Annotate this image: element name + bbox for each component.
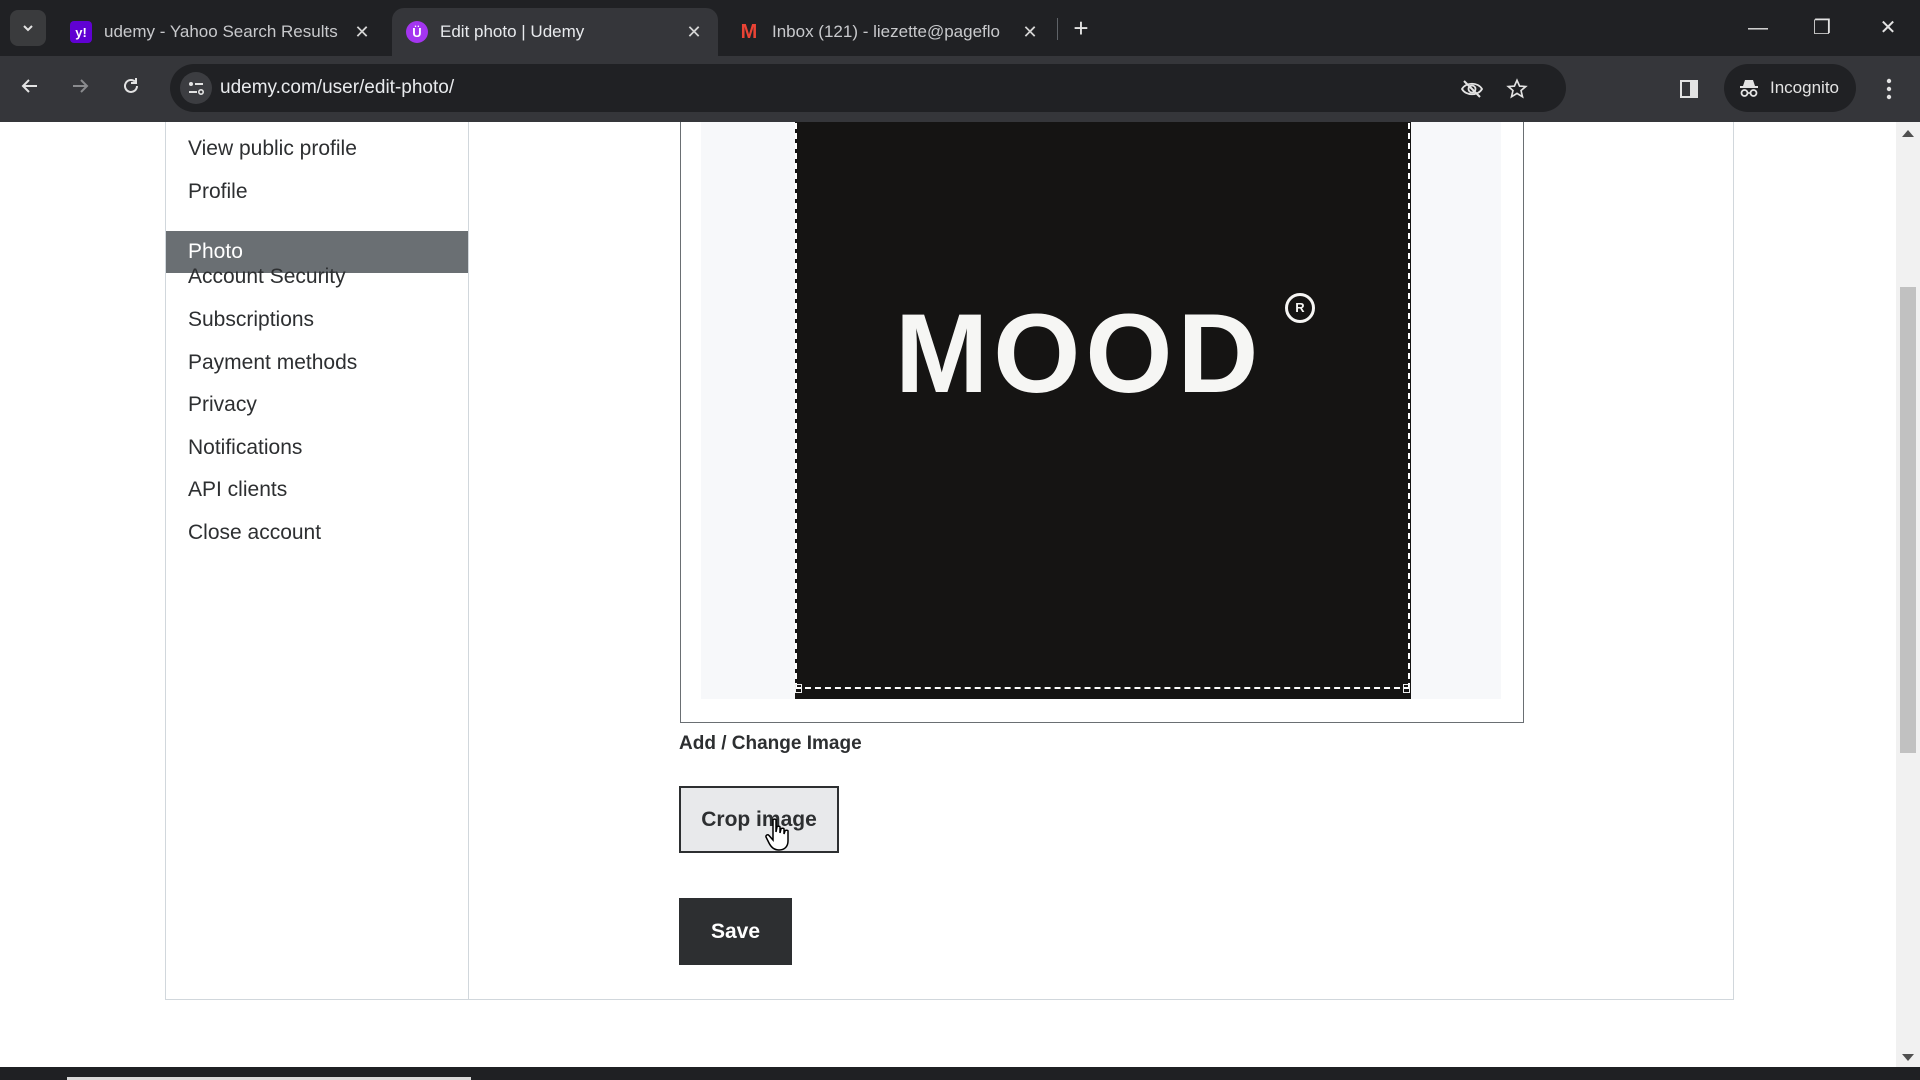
browser-tab-yahoo[interactable]: y! udemy - Yahoo Search Results ✕: [56, 8, 386, 56]
settings-card: View public profile Profile Photo Accoun…: [165, 122, 1734, 1000]
browser-menu-button[interactable]: [1872, 72, 1906, 106]
close-tab-icon[interactable]: ✕: [348, 22, 376, 43]
image-preview-container: MOOD R: [680, 122, 1524, 723]
udemy-icon: Ü: [406, 21, 428, 43]
browser-tab-strip: y! udemy - Yahoo Search Results ✕ Ü Edit…: [0, 0, 1920, 56]
sidebar-item-privacy[interactable]: Privacy: [166, 384, 468, 426]
address-bar[interactable]: udemy.com/user/edit-photo/: [170, 64, 1566, 112]
url-text[interactable]: udemy.com/user/edit-photo/: [220, 77, 454, 99]
sidebar-item-payment-methods[interactable]: Payment methods: [166, 342, 468, 384]
gmail-icon: M: [740, 20, 758, 43]
settings-sidebar: View public profile Profile Photo Accoun…: [166, 122, 469, 999]
tab-title: udemy - Yahoo Search Results: [104, 22, 338, 41]
tracking-protection-button[interactable]: [1457, 74, 1487, 104]
crop-image-button[interactable]: Crop image: [679, 786, 839, 853]
crop-selection-box[interactable]: [795, 122, 1410, 693]
incognito-label: Incognito: [1770, 78, 1839, 97]
star-icon: [1506, 78, 1528, 99]
chevron-down-icon: [23, 25, 33, 32]
yahoo-icon: y!: [70, 21, 92, 43]
sidebar-item-notifications[interactable]: Notifications: [166, 427, 468, 469]
reload-button[interactable]: [114, 72, 148, 106]
close-tab-icon[interactable]: ✕: [680, 22, 708, 43]
browser-tab-udemy[interactable]: Ü Edit photo | Udemy ✕: [392, 8, 718, 56]
tab-search-button[interactable]: [10, 10, 46, 46]
more-vertical-icon: [1886, 78, 1892, 100]
close-tab-icon[interactable]: ✕: [1016, 22, 1044, 43]
restore-button[interactable]: ❐: [1802, 10, 1842, 46]
tab-title: Inbox (121) - liezette@pageflo: [772, 22, 1000, 41]
back-button[interactable]: [13, 72, 47, 106]
close-window-button[interactable]: ✕: [1868, 10, 1908, 46]
add-change-image-label: Add / Change Image: [679, 733, 862, 754]
sidebar-item-close-account[interactable]: Close account: [166, 512, 468, 554]
sidebar-item-api-clients[interactable]: API clients: [166, 469, 468, 511]
eye-off-icon: [1460, 80, 1484, 98]
incognito-indicator[interactable]: Incognito: [1724, 64, 1856, 112]
sidebar-item-view-public-profile[interactable]: View public profile: [166, 128, 468, 170]
scrollbar-thumb[interactable]: [1900, 287, 1916, 753]
save-button[interactable]: Save: [679, 898, 792, 965]
tab-title: Edit photo | Udemy: [440, 22, 585, 41]
minimize-button[interactable]: —: [1738, 10, 1778, 46]
site-info-button[interactable]: [180, 72, 212, 104]
profile-photo-image: MOOD R: [795, 122, 1411, 699]
sidebar-item-account-security[interactable]: Account Security: [166, 256, 468, 298]
crop-handle-bottom-left[interactable]: [795, 684, 802, 693]
page-scrollbar[interactable]: [1896, 122, 1920, 1067]
arrow-left-icon: [21, 79, 37, 93]
browser-tab-gmail[interactable]: M Inbox (121) - liezette@pageflo ✕: [724, 8, 1054, 56]
side-panel-icon: [1680, 80, 1698, 98]
scroll-up-arrow-icon[interactable]: [1902, 130, 1914, 137]
tune-icon: [189, 82, 205, 96]
forward-button[interactable]: [63, 72, 97, 106]
sidebar-item-subscriptions[interactable]: Subscriptions: [166, 299, 468, 341]
page-viewport: View public profile Profile Photo Accoun…: [0, 122, 1896, 1067]
sidebar-item-profile[interactable]: Profile: [166, 171, 468, 213]
side-panel-button[interactable]: [1672, 72, 1706, 106]
new-tab-button[interactable]: +: [1066, 12, 1096, 44]
tab-separator: [1057, 18, 1058, 40]
browser-toolbar: udemy.com/user/edit-photo/ Incognito: [0, 56, 1920, 122]
arrow-right-icon: [73, 79, 89, 93]
crop-handle-bottom-right[interactable]: [1403, 684, 1410, 693]
bookmark-button[interactable]: [1502, 74, 1532, 104]
scroll-down-arrow-icon[interactable]: [1902, 1054, 1914, 1061]
reload-icon: [124, 78, 138, 93]
incognito-icon: [1738, 77, 1760, 99]
